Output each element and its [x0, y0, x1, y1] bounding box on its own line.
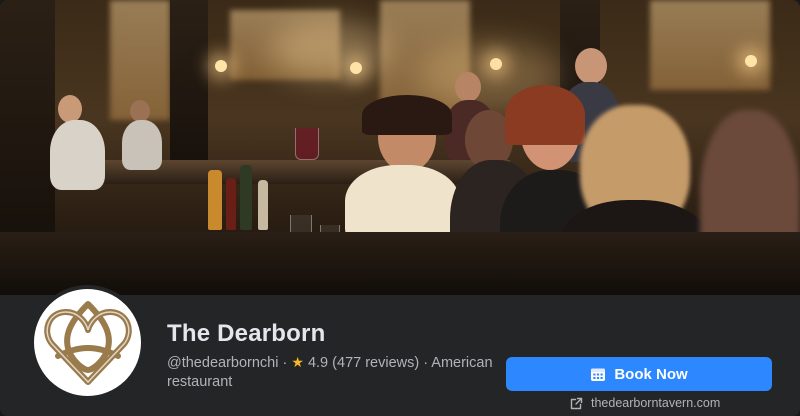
page-details: @thedearbornchi · ★ 4.9 (477 reviews) · … — [167, 353, 497, 392]
facebook-page-header: The Dearborn @thedearbornchi · ★ 4.9 (47… — [0, 0, 800, 416]
book-now-label: Book Now — [614, 365, 688, 383]
category-continued: restaurant — [167, 374, 233, 390]
page-title[interactable]: The Dearborn — [167, 320, 325, 348]
profile-avatar[interactable] — [30, 285, 145, 400]
rating-value[interactable]: 4.9 — [308, 355, 328, 371]
category: · American — [423, 355, 493, 371]
book-now-button[interactable]: Book Now — [506, 357, 772, 391]
review-count[interactable]: (477 reviews) — [332, 355, 419, 371]
external-link-icon — [570, 397, 583, 409]
star-icon: ★ — [291, 354, 304, 370]
celtic-heart-logo-icon — [43, 300, 132, 385]
website-url: thedearborntavern.com — [591, 396, 721, 410]
page-handle[interactable]: @thedearbornchi — [167, 355, 278, 371]
cover-photo[interactable] — [0, 0, 800, 295]
separator: · — [282, 355, 288, 371]
website-link[interactable]: thedearborntavern.com — [570, 396, 720, 410]
calendar-icon — [591, 368, 606, 381]
